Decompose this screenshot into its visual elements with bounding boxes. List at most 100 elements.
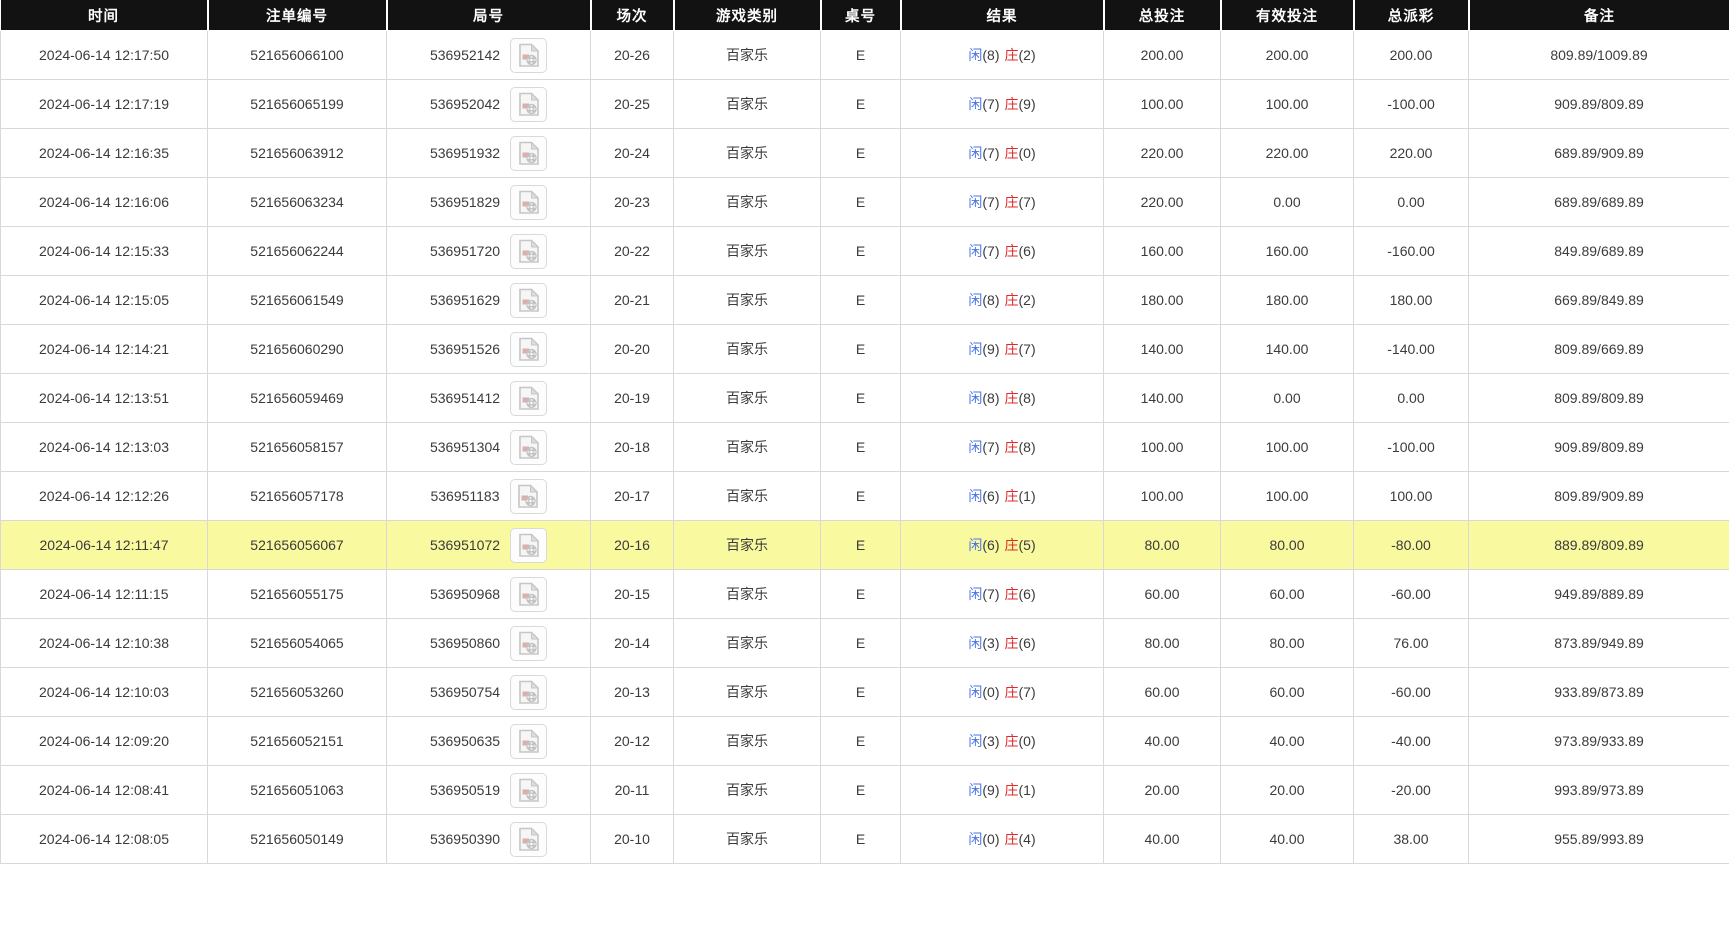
video-replay-button[interactable] [510,773,547,808]
cell-result: 闲(9)庄(7) [901,325,1104,374]
cell-time: 2024-06-14 12:13:03 [1,423,208,472]
cell-round-id: 536951932 [387,129,591,178]
cell-round-id: 536950754 [387,668,591,717]
cell-bet-id: 521656062244 [208,227,387,276]
cell-total-bet: 60.00 [1104,570,1221,619]
result-banker-label: 庄 [1005,635,1019,651]
video-file-icon [518,239,540,264]
round-id-text: 536952042 [430,96,500,112]
cell-bet-id: 521656061549 [208,276,387,325]
cell-valid-bet: 80.00 [1221,619,1354,668]
table-row[interactable]: 2024-06-14 12:15:05 521656061549 5369516… [1,276,1729,325]
cell-remark: 949.89/889.89 [1469,570,1729,619]
video-replay-button[interactable] [510,528,547,563]
result-banker-score: (5) [1019,537,1036,553]
video-replay-button[interactable] [510,87,547,122]
cell-valid-bet: 40.00 [1221,717,1354,766]
table-row[interactable]: 2024-06-14 12:11:15 521656055175 5369509… [1,570,1729,619]
cell-remark: 689.89/689.89 [1469,178,1729,227]
cell-remark: 689.89/909.89 [1469,129,1729,178]
cell-round-id: 536950860 [387,619,591,668]
table-row[interactable]: 2024-06-14 12:16:35 521656063912 5369519… [1,129,1729,178]
cell-table-no: E [821,31,901,80]
cell-bet-id: 521656054065 [208,619,387,668]
result-banker-score: (8) [1019,439,1036,455]
cell-game-type: 百家乐 [674,178,821,227]
result-player-score: (7) [982,243,999,259]
video-replay-button[interactable] [510,38,547,73]
video-replay-button[interactable] [510,577,547,612]
video-replay-button[interactable] [510,136,547,171]
result-player-score: (8) [982,390,999,406]
video-replay-button[interactable] [510,283,547,318]
table-row[interactable]: 2024-06-14 12:10:03 521656053260 5369507… [1,668,1729,717]
cell-remark: 873.89/949.89 [1469,619,1729,668]
cell-valid-bet: 100.00 [1221,423,1354,472]
cell-valid-bet: 100.00 [1221,472,1354,521]
round-id-text: 536950390 [430,831,500,847]
cell-game-type: 百家乐 [674,815,821,864]
table-row[interactable]: 2024-06-14 12:13:03 521656058157 5369513… [1,423,1729,472]
cell-total-bet: 200.00 [1104,31,1221,80]
result-player-label: 闲 [968,47,982,63]
cell-total-bet: 60.00 [1104,668,1221,717]
table-row[interactable]: 2024-06-14 12:10:38 521656054065 5369508… [1,619,1729,668]
cell-session: 20-15 [591,570,674,619]
table-row[interactable]: 2024-06-14 12:12:26 521656057178 5369511… [1,472,1729,521]
cell-table-no: E [821,374,901,423]
result-banker-score: (1) [1019,782,1036,798]
table-row[interactable]: 2024-06-14 12:17:19 521656065199 5369520… [1,80,1729,129]
video-replay-button[interactable] [510,332,547,367]
result-player-score: (9) [982,782,999,798]
cell-round-id: 536951526 [387,325,591,374]
video-replay-button[interactable] [510,234,547,269]
col-header-total-bet: 总投注 [1104,0,1221,31]
video-replay-button[interactable] [510,822,547,857]
cell-total-bet: 80.00 [1104,619,1221,668]
table-row[interactable]: 2024-06-14 12:17:50 521656066100 5369521… [1,31,1729,80]
cell-result: 闲(8)庄(8) [901,374,1104,423]
cell-payout: 38.00 [1354,815,1469,864]
cell-payout: 100.00 [1354,472,1469,521]
table-row[interactable]: 2024-06-14 12:14:21 521656060290 5369515… [1,325,1729,374]
table-row[interactable]: 2024-06-14 12:09:20 521656052151 5369506… [1,717,1729,766]
video-replay-button[interactable] [510,185,547,220]
round-id-text: 536951072 [430,537,500,553]
cell-result: 闲(9)庄(1) [901,766,1104,815]
result-player-score: (7) [982,439,999,455]
cell-remark: 909.89/809.89 [1469,423,1729,472]
table-row[interactable]: 2024-06-14 12:08:41 521656051063 5369505… [1,766,1729,815]
cell-bet-id: 521656065199 [208,80,387,129]
col-header-valid-bet: 有效投注 [1221,0,1354,31]
video-replay-button[interactable] [510,626,547,661]
video-replay-button[interactable] [510,430,547,465]
video-file-icon [518,582,540,607]
cell-round-id: 536950635 [387,717,591,766]
table-row[interactable]: 2024-06-14 12:08:05 521656050149 5369503… [1,815,1729,864]
video-file-icon [518,141,540,166]
cell-total-bet: 100.00 [1104,472,1221,521]
table-row[interactable]: 2024-06-14 12:15:33 521656062244 5369517… [1,227,1729,276]
cell-bet-id: 521656050149 [208,815,387,864]
cell-remark: 809.89/809.89 [1469,374,1729,423]
table-row[interactable]: 2024-06-14 12:11:47 521656056067 5369510… [1,521,1729,570]
video-file-icon [518,43,540,68]
result-player-score: (6) [982,537,999,553]
cell-session: 20-19 [591,374,674,423]
table-row[interactable]: 2024-06-14 12:16:06 521656063234 5369518… [1,178,1729,227]
table-row[interactable]: 2024-06-14 12:13:51 521656059469 5369514… [1,374,1729,423]
video-replay-button[interactable] [510,479,547,514]
cell-bet-id: 521656059469 [208,374,387,423]
video-replay-button[interactable] [510,381,547,416]
cell-valid-bet: 0.00 [1221,178,1354,227]
result-player-label: 闲 [968,586,982,602]
result-banker-label: 庄 [1005,390,1019,406]
cell-valid-bet: 60.00 [1221,570,1354,619]
cell-result: 闲(0)庄(4) [901,815,1104,864]
result-banker-label: 庄 [1005,292,1019,308]
result-banker-label: 庄 [1005,145,1019,161]
video-replay-button[interactable] [510,724,547,759]
cell-table-no: E [821,276,901,325]
video-replay-button[interactable] [510,675,547,710]
result-player-score: (0) [982,831,999,847]
